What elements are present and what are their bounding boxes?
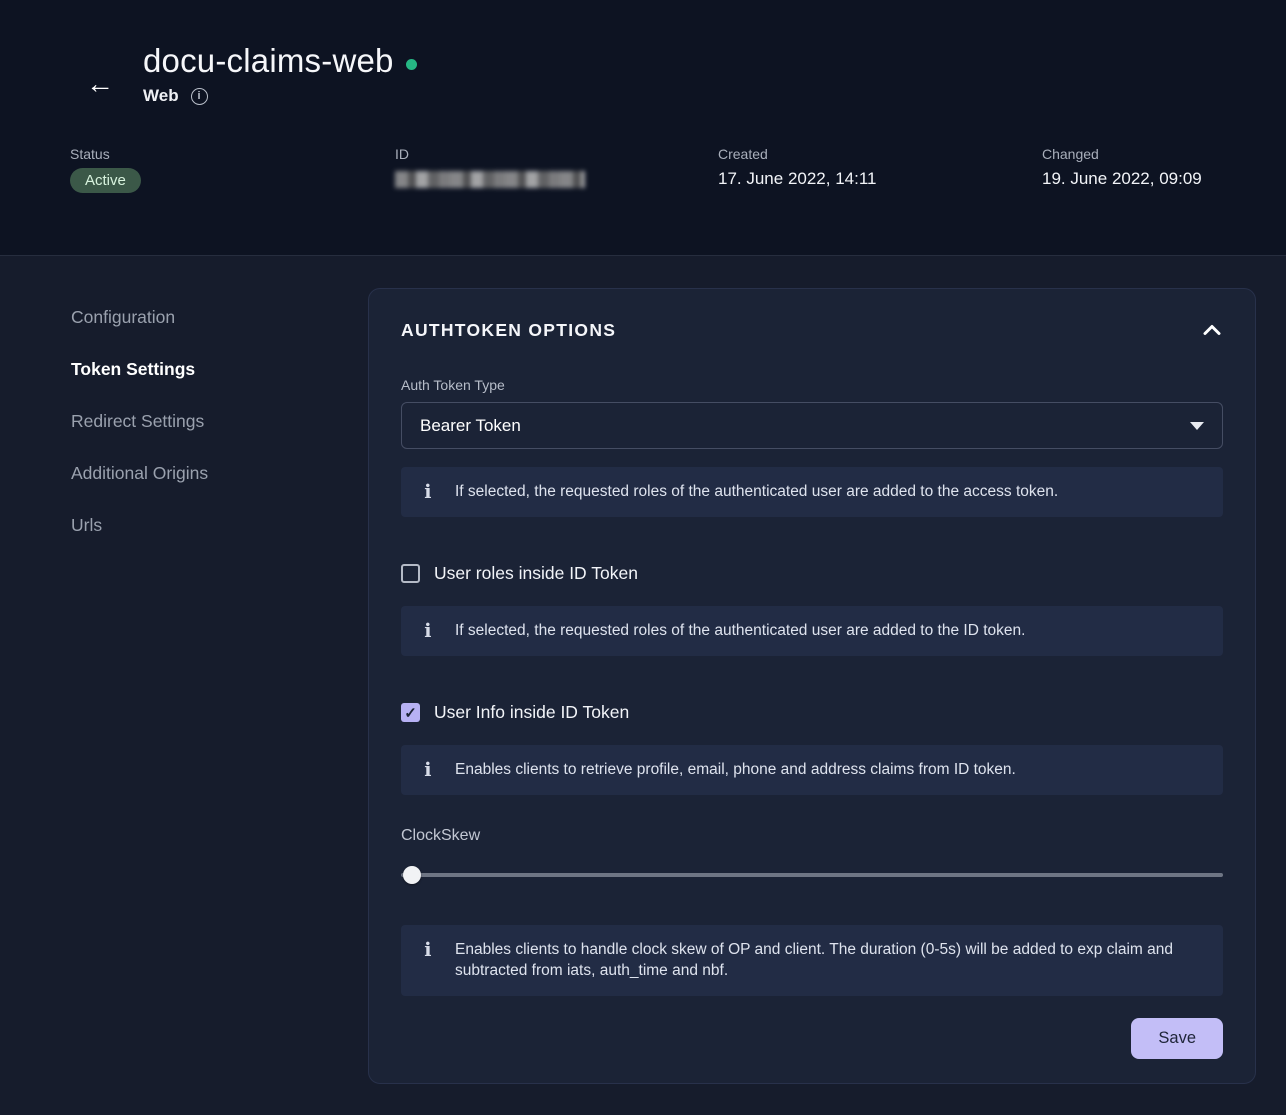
id-label: ID bbox=[395, 146, 718, 162]
slider-thumb[interactable] bbox=[403, 866, 421, 884]
info-icon: ℹ bbox=[417, 481, 439, 503]
meta-created: Created 17. June 2022, 14:11 bbox=[718, 146, 1042, 193]
clockskew-slider[interactable] bbox=[401, 865, 1223, 885]
id-value-redacted bbox=[395, 171, 585, 188]
auth-token-type-select[interactable]: Bearer Token bbox=[401, 402, 1223, 449]
checkbox-row-user-info[interactable]: ✓ User Info inside ID Token bbox=[401, 702, 1223, 723]
info-icon: ℹ bbox=[417, 620, 439, 642]
clockskew-label: ClockSkew bbox=[401, 827, 1223, 845]
chevron-up-icon[interactable] bbox=[1201, 319, 1223, 341]
online-status-dot bbox=[406, 59, 417, 70]
status-badge: Active bbox=[70, 168, 141, 193]
back-button[interactable]: ← bbox=[82, 66, 118, 102]
info-text-id-token: If selected, the requested roles of the … bbox=[455, 620, 1025, 642]
auth-token-type-label: Auth Token Type bbox=[401, 377, 1223, 393]
info-icon: ℹ bbox=[417, 939, 439, 961]
slider-track[interactable] bbox=[401, 873, 1223, 877]
back-arrow-icon: ← bbox=[86, 68, 114, 100]
sidebar-item-redirect-settings[interactable]: Redirect Settings bbox=[71, 412, 368, 431]
info-circle-icon[interactable]: i bbox=[191, 88, 208, 105]
sidebar-item-urls[interactable]: Urls bbox=[71, 516, 368, 535]
info-text-user-info: Enables clients to retrieve profile, ema… bbox=[455, 759, 1016, 781]
info-box-user-info: ℹ Enables clients to retrieve profile, e… bbox=[401, 745, 1223, 795]
page-title: docu-claims-web bbox=[143, 42, 394, 80]
info-icon: ℹ bbox=[417, 759, 439, 781]
created-value: 17. June 2022, 14:11 bbox=[718, 169, 1042, 189]
checkbox-user-info-label: User Info inside ID Token bbox=[434, 702, 629, 723]
checkbox-user-roles-label: User roles inside ID Token bbox=[434, 563, 638, 584]
title-block: docu-claims-web Web i bbox=[143, 42, 417, 106]
status-label: Status bbox=[70, 146, 395, 162]
meta-id: ID bbox=[395, 146, 718, 193]
info-box-id-token: ℹ If selected, the requested roles of th… bbox=[401, 606, 1223, 656]
changed-label: Changed bbox=[1042, 146, 1286, 162]
created-label: Created bbox=[718, 146, 1042, 162]
sidebar-item-token-settings[interactable]: Token Settings bbox=[71, 360, 368, 379]
checkbox-user-info[interactable]: ✓ bbox=[401, 703, 420, 722]
client-type-label: Web bbox=[143, 86, 179, 106]
authtoken-options-panel: AUTHTOKEN OPTIONS Auth Token Type Bearer… bbox=[368, 288, 1256, 1084]
checkbox-row-user-roles[interactable]: User roles inside ID Token bbox=[401, 563, 1223, 584]
app-root: ← docu-claims-web Web i Status Active ID bbox=[0, 0, 1286, 1101]
auth-token-type-value: Bearer Token bbox=[420, 416, 521, 436]
meta-row: Status Active ID Created 17. June 2022, … bbox=[70, 146, 1286, 193]
caret-down-icon bbox=[1190, 422, 1204, 430]
info-box-clockskew: ℹ Enables clients to handle clock skew o… bbox=[401, 925, 1223, 996]
save-button[interactable]: Save bbox=[1131, 1018, 1223, 1059]
sidebar-item-additional-origins[interactable]: Additional Origins bbox=[71, 464, 368, 483]
content-area: Configuration Token Settings Redirect Se… bbox=[0, 256, 1286, 1115]
info-text-access-token: If selected, the requested roles of the … bbox=[455, 481, 1058, 503]
page-header: ← docu-claims-web Web i Status Active ID bbox=[0, 0, 1286, 256]
info-box-access-token: ℹ If selected, the requested roles of th… bbox=[401, 467, 1223, 517]
sidebar-nav: Configuration Token Settings Redirect Se… bbox=[0, 256, 368, 1115]
meta-status: Status Active bbox=[70, 146, 395, 193]
checkbox-user-roles[interactable] bbox=[401, 564, 420, 583]
changed-value: 19. June 2022, 09:09 bbox=[1042, 169, 1286, 189]
meta-changed: Changed 19. June 2022, 09:09 bbox=[1042, 146, 1286, 193]
info-text-clockskew: Enables clients to handle clock skew of … bbox=[455, 939, 1205, 982]
panel-title: AUTHTOKEN OPTIONS bbox=[401, 320, 616, 341]
sidebar-item-configuration[interactable]: Configuration bbox=[71, 308, 368, 327]
